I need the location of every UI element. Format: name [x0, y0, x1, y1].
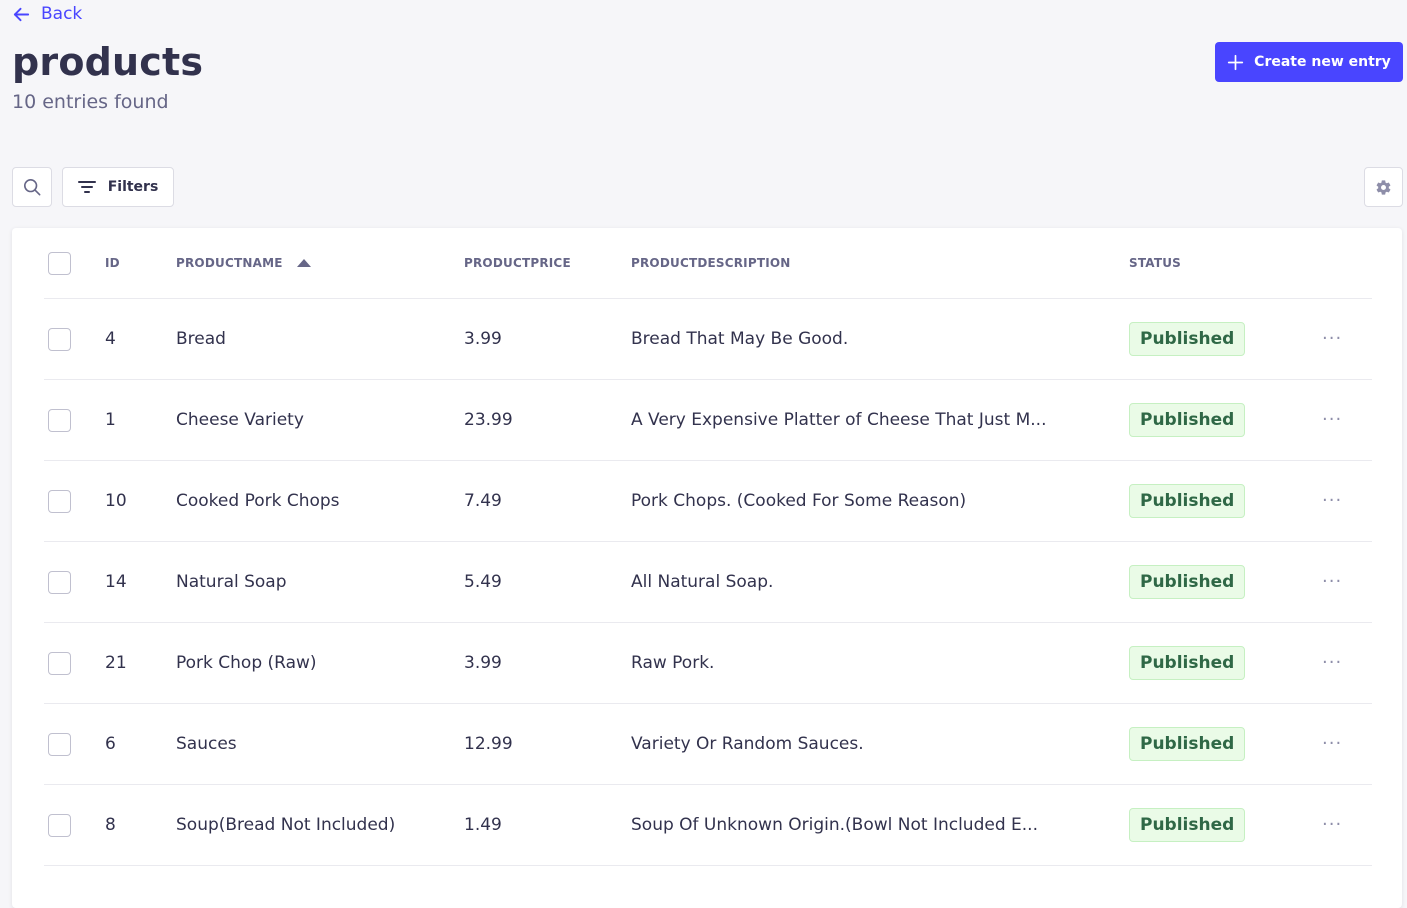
- column-header-status[interactable]: STATUS: [1129, 228, 1181, 298]
- filter-icon: [77, 181, 96, 193]
- row-productdescription: Bread That May Be Good.: [631, 329, 849, 349]
- row-productname: Natural Soap: [176, 572, 287, 592]
- more-icon[interactable]: ···: [1322, 492, 1342, 510]
- row-checkbox[interactable]: [48, 408, 71, 432]
- column-header-productdescription[interactable]: PRODUCTDESCRIPTION: [631, 228, 791, 298]
- status-badge: Published: [1129, 727, 1246, 761]
- table-row[interactable]: 10 Cooked Pork Chops 7.49 Pork Chops. (C…: [44, 461, 1372, 542]
- status-badge: Published: [1129, 484, 1246, 518]
- table-row[interactable]: 4 Bread 3.99 Bread That May Be Good. Pub…: [44, 299, 1372, 380]
- table-row[interactable]: 14 Natural Soap 5.49 All Natural Soap. P…: [44, 542, 1372, 623]
- arrow-left-icon: [13, 7, 30, 21]
- row-checkbox[interactable]: [48, 327, 71, 351]
- status-badge: Published: [1129, 646, 1246, 680]
- row-checkbox[interactable]: [48, 732, 71, 756]
- more-icon[interactable]: ···: [1322, 330, 1342, 348]
- select-all-checkbox[interactable]: [48, 251, 71, 275]
- filters-label: Filters: [107, 179, 159, 195]
- row-productdescription: Pork Chops. (Cooked For Some Reason): [631, 491, 967, 511]
- status-badge: Published: [1129, 322, 1246, 356]
- row-productdescription: A Very Expensive Platter of Cheese That …: [631, 410, 1047, 430]
- column-header-productname-label: PRODUCTNAME: [176, 256, 283, 270]
- back-label: Back: [41, 4, 83, 24]
- table-row[interactable]: 21 Pork Chop (Raw) 3.99 Raw Pork. Publis…: [44, 623, 1372, 704]
- more-icon[interactable]: ···: [1322, 654, 1342, 672]
- column-header-productprice[interactable]: PRODUCTPRICE: [464, 228, 571, 298]
- table-row[interactable]: 6 Sauces 12.99 Variety Or Random Sauces.…: [44, 704, 1372, 785]
- row-productdescription: All Natural Soap.: [631, 572, 774, 592]
- row-productprice: 1.49: [464, 815, 502, 835]
- row-productdescription: Raw Pork.: [631, 653, 715, 673]
- row-id: 6: [105, 734, 116, 754]
- row-productprice: 5.49: [464, 572, 502, 592]
- sort-ascending-icon[interactable]: [296, 259, 311, 267]
- more-icon[interactable]: ···: [1322, 735, 1342, 753]
- row-productprice: 3.99: [464, 329, 502, 349]
- gear-icon: [1376, 179, 1391, 195]
- more-icon[interactable]: ···: [1322, 411, 1342, 429]
- row-checkbox[interactable]: [48, 570, 71, 594]
- row-productdescription: Variety Or Random Sauces.: [631, 734, 864, 754]
- row-productprice: 23.99: [464, 410, 513, 430]
- products-table: ID PRODUCTNAME PRODUCTPRICE PRODUCTDESCR…: [12, 228, 1402, 908]
- settings-button[interactable]: [1364, 167, 1403, 207]
- row-checkbox[interactable]: [48, 651, 71, 675]
- row-productname: Bread: [176, 329, 226, 349]
- row-productdescription: Soup Of Unknown Origin.(Bowl Not Include…: [631, 815, 1038, 835]
- row-id: 8: [105, 815, 116, 835]
- row-checkbox[interactable]: [48, 813, 71, 837]
- filters-button[interactable]: Filters: [62, 167, 174, 207]
- search-button[interactable]: [12, 167, 52, 207]
- more-icon[interactable]: ···: [1322, 573, 1342, 591]
- status-badge: Published: [1129, 808, 1246, 842]
- row-productprice: 7.49: [464, 491, 502, 511]
- row-productprice: 3.99: [464, 653, 502, 673]
- column-header-id[interactable]: ID: [105, 228, 120, 298]
- plus-icon: [1228, 54, 1244, 70]
- table-row[interactable]: 8 Soup(Bread Not Included) 1.49 Soup Of …: [44, 785, 1372, 866]
- status-badge: Published: [1129, 565, 1246, 599]
- search-icon: [23, 178, 41, 196]
- more-icon[interactable]: ···: [1322, 816, 1342, 834]
- row-id: 21: [105, 653, 127, 673]
- create-new-entry-button[interactable]: Create new entry: [1215, 42, 1403, 82]
- row-productname: Cooked Pork Chops: [176, 491, 340, 511]
- status-badge: Published: [1129, 403, 1246, 437]
- row-id: 14: [105, 572, 127, 592]
- create-new-entry-label: Create new entry: [1254, 54, 1391, 70]
- table-row[interactable]: 1 Cheese Variety 23.99 A Very Expensive …: [44, 380, 1372, 461]
- column-header-productname[interactable]: PRODUCTNAME: [176, 228, 311, 298]
- row-id: 4: [105, 329, 116, 349]
- row-checkbox[interactable]: [48, 489, 71, 513]
- row-productname: Soup(Bread Not Included): [176, 815, 396, 835]
- page-title: products: [12, 40, 204, 84]
- row-productname: Sauces: [176, 734, 237, 754]
- row-productname: Pork Chop (Raw): [176, 653, 317, 673]
- row-id: 1: [105, 410, 116, 430]
- table-header-row: ID PRODUCTNAME PRODUCTPRICE PRODUCTDESCR…: [44, 228, 1372, 299]
- row-productname: Cheese Variety: [176, 410, 304, 430]
- row-productprice: 12.99: [464, 734, 513, 754]
- back-link[interactable]: Back: [12, 3, 82, 25]
- row-id: 10: [105, 491, 127, 511]
- entries-count: 10 entries found: [12, 91, 169, 113]
